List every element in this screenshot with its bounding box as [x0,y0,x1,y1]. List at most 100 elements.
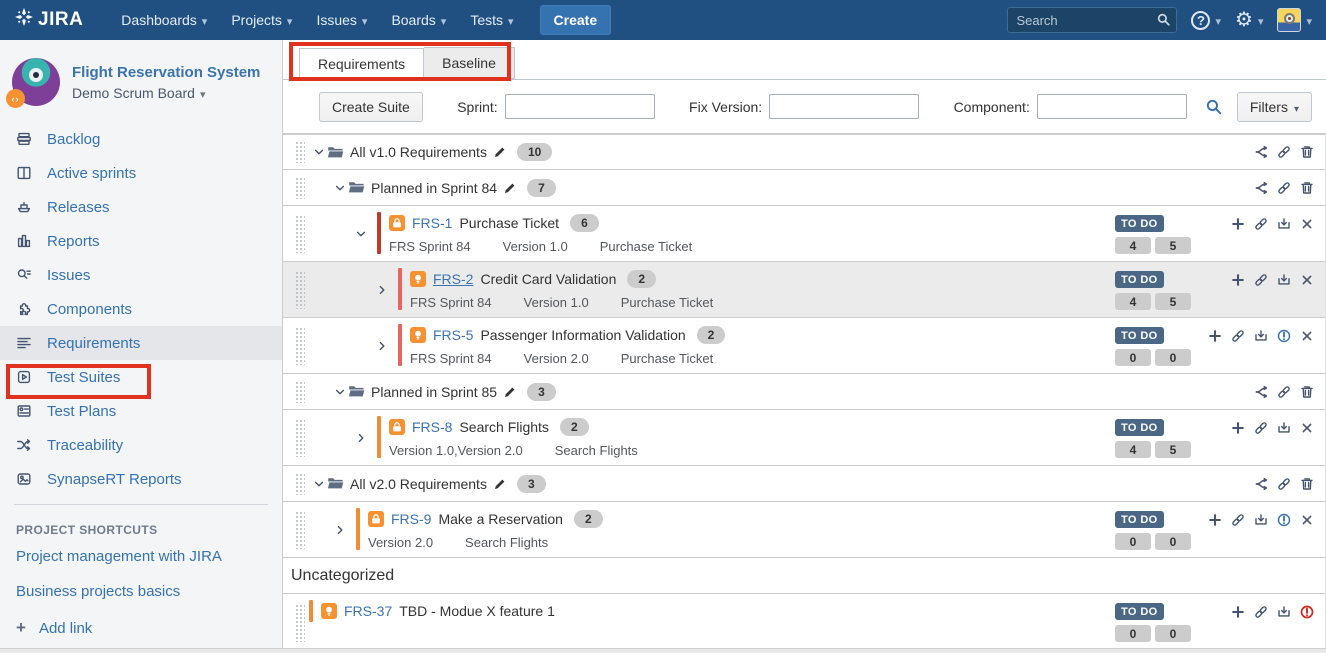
sidebar-item-components[interactable]: Components [0,292,282,326]
chevron-right-icon[interactable] [374,338,390,354]
sidebar-item-test-suites[interactable]: Test Suites [0,360,282,394]
count-pill[interactable]: 0 [1115,625,1151,642]
issue-key-link[interactable]: FRS-37 [344,603,392,619]
drag-handle-icon[interactable] [295,271,305,309]
link-icon[interactable] [1276,384,1292,400]
add-link-button[interactable]: Add link [0,609,282,647]
count-pill[interactable]: 0 [1115,533,1151,550]
count-pill[interactable]: 5 [1155,293,1191,310]
horizontal-scrollbar[interactable] [0,648,1326,653]
count-pill[interactable]: 4 [1115,293,1151,310]
search-input[interactable] [1007,7,1177,33]
drag-handle-icon[interactable] [295,177,305,199]
link-icon[interactable] [1276,180,1292,196]
issue-key-link[interactable]: FRS-5 [433,327,473,343]
create-button[interactable]: Create [540,5,612,35]
jira-logo[interactable]: JIRA [14,7,83,33]
edit-pencil-icon[interactable] [503,385,517,399]
navbar-menu-boards[interactable]: Boards [379,0,458,40]
drag-handle-icon[interactable] [295,604,305,642]
import-tray-icon[interactable] [1276,420,1292,436]
drag-handle-icon[interactable] [295,141,305,163]
link-icon[interactable] [1230,328,1246,344]
trash-icon[interactable] [1299,144,1315,160]
link-icon[interactable] [1253,272,1269,288]
fix-version-filter-input[interactable] [769,94,919,119]
project-name[interactable]: Flight Reservation System [72,63,260,83]
sprint-filter-input[interactable] [505,94,655,119]
add-icon[interactable] [1230,420,1246,436]
sidebar-item-active-sprints[interactable]: Active sprints [0,156,282,190]
tab-baseline[interactable]: Baseline [424,47,515,79]
import-tray-icon[interactable] [1276,604,1292,620]
chevron-right-icon[interactable] [374,282,390,298]
count-pill[interactable]: 0 [1155,625,1191,642]
edit-pencil-icon[interactable] [503,181,517,195]
import-tray-icon[interactable] [1276,272,1292,288]
drag-handle-icon[interactable] [295,511,305,549]
remove-icon[interactable] [1299,216,1315,232]
link-icon[interactable] [1276,476,1292,492]
project-shortcut-link[interactable]: Business projects basics [0,574,282,609]
link-icon[interactable] [1230,512,1246,528]
create-suite-button[interactable]: Create Suite [319,92,423,122]
link-icon[interactable] [1253,604,1269,620]
component-filter-input[interactable] [1037,94,1187,119]
board-switcher[interactable]: Demo Scrum Board [72,85,260,101]
sidebar-item-issues[interactable]: Issues [0,258,282,292]
navbar-menu-tests[interactable]: Tests [458,0,525,40]
add-icon[interactable] [1230,272,1246,288]
import-tray-icon[interactable] [1253,328,1269,344]
drag-handle-icon[interactable] [295,419,305,457]
issue-key-link[interactable]: FRS-8 [412,419,452,435]
trash-icon[interactable] [1299,384,1315,400]
chevron-down-icon[interactable] [332,384,348,400]
info-warning-icon[interactable] [1276,512,1292,528]
info-warning-icon[interactable] [1276,328,1292,344]
count-pill[interactable]: 4 [1115,441,1151,458]
import-tray-icon[interactable] [1253,512,1269,528]
chevron-right-icon[interactable] [332,522,348,538]
chevron-down-icon[interactable] [311,144,327,160]
count-pill[interactable]: 0 [1155,533,1191,550]
link-icon[interactable] [1276,144,1292,160]
sidebar-item-synapsert-reports[interactable]: SynapseRT Reports [0,462,282,496]
sidebar-item-traceability[interactable]: Traceability [0,428,282,462]
apply-search-icon[interactable] [1205,98,1223,116]
issue-key-link[interactable]: FRS-1 [412,215,452,231]
edit-pencil-icon[interactable] [493,477,507,491]
sidebar-item-reports[interactable]: Reports [0,224,282,258]
share-branch-icon[interactable] [1253,384,1269,400]
admin-menu[interactable] [1235,10,1263,30]
user-menu[interactable] [1277,8,1312,32]
chevron-down-icon[interactable] [353,226,369,242]
error-warning-icon[interactable] [1299,604,1315,620]
add-icon[interactable] [1230,604,1246,620]
count-pill[interactable]: 4 [1115,237,1151,254]
remove-icon[interactable] [1299,328,1315,344]
trash-icon[interactable] [1299,180,1315,196]
issue-key-link[interactable]: FRS-9 [391,511,431,527]
navbar-menu-issues[interactable]: Issues [304,0,379,40]
link-icon[interactable] [1253,216,1269,232]
navbar-menu-dashboards[interactable]: Dashboards [109,0,219,40]
trash-icon[interactable] [1299,476,1315,492]
sidebar-item-backlog[interactable]: Backlog [0,122,282,156]
search-icon[interactable] [1156,12,1171,30]
link-icon[interactable] [1253,420,1269,436]
chevron-right-icon[interactable] [353,430,369,446]
help-menu[interactable] [1191,11,1221,30]
add-icon[interactable] [1207,512,1223,528]
count-pill[interactable]: 5 [1155,441,1191,458]
add-icon[interactable] [1230,216,1246,232]
drag-handle-icon[interactable] [295,215,305,253]
filters-button[interactable]: Filters [1237,92,1312,122]
count-pill[interactable]: 5 [1155,237,1191,254]
chevron-down-icon[interactable] [311,476,327,492]
share-branch-icon[interactable] [1253,180,1269,196]
edit-pencil-icon[interactable] [493,145,507,159]
count-pill[interactable]: 0 [1155,349,1191,366]
sidebar-item-test-plans[interactable]: Test Plans [0,394,282,428]
share-branch-icon[interactable] [1253,144,1269,160]
drag-handle-icon[interactable] [295,473,305,495]
